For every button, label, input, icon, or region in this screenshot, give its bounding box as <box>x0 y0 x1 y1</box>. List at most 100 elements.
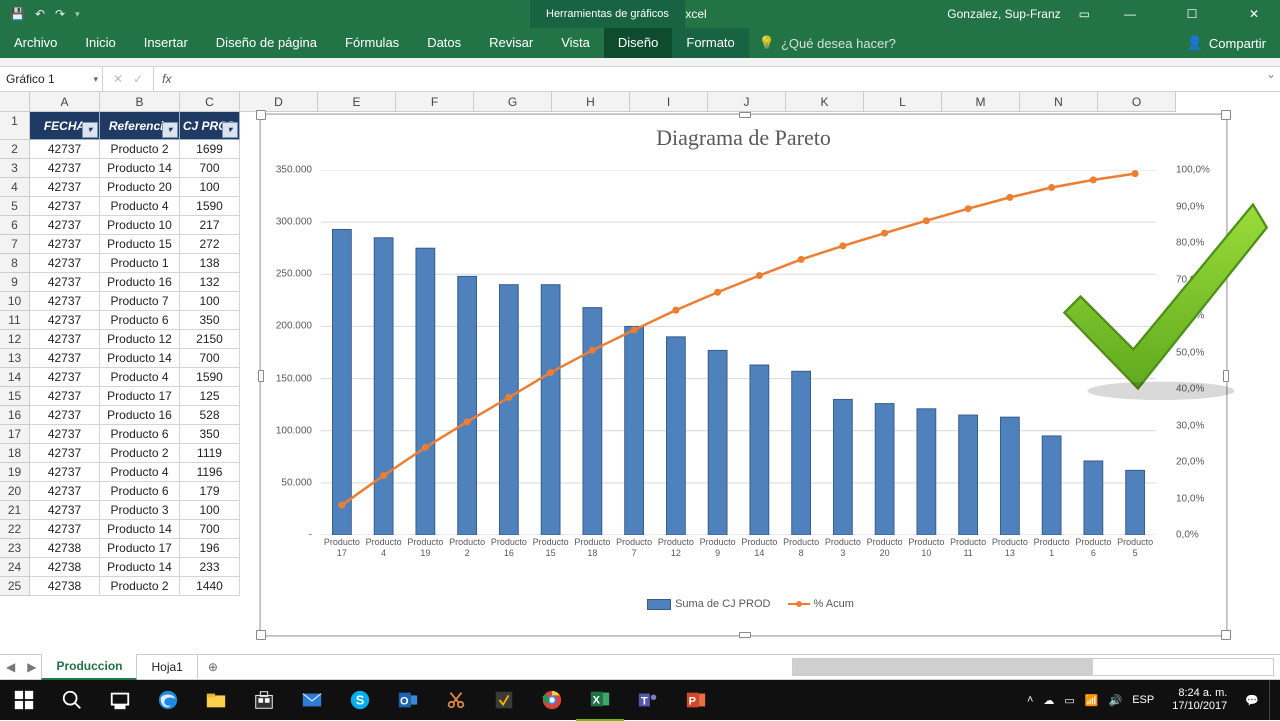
tab-diseno-pagina[interactable]: Diseño de página <box>202 28 331 58</box>
chart-object[interactable]: Diagrama de Pareto -50.000100.000150.000… <box>260 114 1227 636</box>
row-header[interactable]: 7 <box>0 235 30 254</box>
show-desktop-button[interactable] <box>1269 680 1276 720</box>
tell-me[interactable]: 💡¿Qué desea hacer? <box>749 28 906 58</box>
column-header[interactable]: M <box>942 92 1020 112</box>
column-header[interactable]: B <box>100 92 180 112</box>
row-header[interactable]: 10 <box>0 292 30 311</box>
table-cell[interactable]: 42737 <box>30 330 100 349</box>
add-sheet-button[interactable]: ⊕ <box>198 660 228 674</box>
teams-icon[interactable]: T <box>624 680 672 720</box>
store-icon[interactable] <box>240 680 288 720</box>
tray-cloud-icon[interactable]: ☁ <box>1043 694 1054 707</box>
table-cell[interactable]: 42737 <box>30 178 100 197</box>
table-cell[interactable]: 132 <box>180 273 240 292</box>
table-cell[interactable]: 700 <box>180 159 240 178</box>
table-cell[interactable]: 42737 <box>30 463 100 482</box>
table-cell[interactable]: 196 <box>180 539 240 558</box>
row-header[interactable]: 13 <box>0 349 30 368</box>
table-cell[interactable]: 700 <box>180 349 240 368</box>
table-cell[interactable]: 42737 <box>30 292 100 311</box>
row-header[interactable]: 2 <box>0 140 30 159</box>
table-cell[interactable]: 100 <box>180 501 240 520</box>
row-header[interactable]: 19 <box>0 463 30 482</box>
table-cell[interactable]: 100 <box>180 178 240 197</box>
table-cell[interactable]: 42737 <box>30 368 100 387</box>
app-icon[interactable] <box>480 680 528 720</box>
table-cell[interactable]: 42737 <box>30 159 100 178</box>
table-cell[interactable]: Producto 2 <box>100 140 180 159</box>
table-cell[interactable]: Producto 2 <box>100 444 180 463</box>
table-cell[interactable]: Producto 7 <box>100 292 180 311</box>
minimize-button[interactable]: — <box>1108 0 1152 28</box>
name-box[interactable]: Gráfico 1 <box>0 67 103 91</box>
table-cell[interactable]: Producto 20 <box>100 178 180 197</box>
table-cell[interactable]: Producto 14 <box>100 159 180 178</box>
resize-handle[interactable] <box>1221 630 1231 640</box>
table-cell[interactable]: 1590 <box>180 368 240 387</box>
tray-up-icon[interactable]: ˄ <box>1027 694 1033 706</box>
table-cell[interactable]: Producto 14 <box>100 558 180 577</box>
column-header[interactable]: L <box>864 92 942 112</box>
resize-handle[interactable] <box>1221 110 1231 120</box>
search-icon[interactable] <box>48 680 96 720</box>
column-header[interactable]: C <box>180 92 240 112</box>
edge-icon[interactable] <box>144 680 192 720</box>
table-cell[interactable]: 125 <box>180 387 240 406</box>
column-header[interactable]: H <box>552 92 630 112</box>
table-cell[interactable]: 700 <box>180 520 240 539</box>
row-header[interactable]: 9 <box>0 273 30 292</box>
column-header[interactable]: D <box>240 92 318 112</box>
notifications-icon[interactable]: 💬 <box>1245 694 1259 707</box>
tab-vista[interactable]: Vista <box>547 28 604 58</box>
save-icon[interactable]: 💾 <box>10 7 25 21</box>
tab-diseno[interactable]: Diseño <box>604 28 672 58</box>
start-button[interactable] <box>0 680 48 720</box>
table-cell[interactable]: 179 <box>180 482 240 501</box>
table-cell[interactable]: 42737 <box>30 482 100 501</box>
table-cell[interactable]: Producto 6 <box>100 425 180 444</box>
table-cell[interactable]: Producto 16 <box>100 406 180 425</box>
row-header[interactable]: 24 <box>0 558 30 577</box>
tab-revisar[interactable]: Revisar <box>475 28 547 58</box>
chrome-icon[interactable] <box>528 680 576 720</box>
table-cell[interactable]: 42737 <box>30 501 100 520</box>
table-header-cell[interactable]: Referencia▾ <box>100 112 180 140</box>
formula-input[interactable] <box>179 67 1262 91</box>
table-cell[interactable]: 1699 <box>180 140 240 159</box>
row-header[interactable]: 20 <box>0 482 30 501</box>
table-cell[interactable]: Producto 4 <box>100 463 180 482</box>
sheet-nav-prev-icon[interactable]: ◀ <box>0 660 21 674</box>
table-header-cell[interactable]: CJ PROD▾ <box>180 112 240 140</box>
row-header[interactable]: 23 <box>0 539 30 558</box>
table-cell[interactable]: Producto 6 <box>100 482 180 501</box>
table-cell[interactable]: 528 <box>180 406 240 425</box>
table-header-cell[interactable]: FECHA▾ <box>30 112 100 140</box>
table-cell[interactable]: 42737 <box>30 216 100 235</box>
table-cell[interactable]: 1590 <box>180 197 240 216</box>
file-explorer-icon[interactable] <box>192 680 240 720</box>
table-cell[interactable]: 42737 <box>30 311 100 330</box>
row-header[interactable]: 12 <box>0 330 30 349</box>
resize-handle[interactable] <box>256 110 266 120</box>
table-cell[interactable]: 217 <box>180 216 240 235</box>
tray-volume-icon[interactable]: 🔊 <box>1109 694 1123 707</box>
resize-handle[interactable] <box>256 630 266 640</box>
column-header[interactable]: G <box>474 92 552 112</box>
mail-icon[interactable] <box>288 680 336 720</box>
table-cell[interactable]: Producto 15 <box>100 235 180 254</box>
sheet-tab-hoja1[interactable]: Hoja1 <box>136 655 197 679</box>
cancel-formula-icon[interactable]: ✕ <box>113 72 123 86</box>
undo-icon[interactable]: ↶ <box>35 7 45 21</box>
row-header[interactable]: 16 <box>0 406 30 425</box>
tab-formato[interactable]: Formato <box>672 28 748 58</box>
row-header[interactable]: 4 <box>0 178 30 197</box>
table-cell[interactable]: 42737 <box>30 254 100 273</box>
excel-icon[interactable]: X <box>576 679 624 721</box>
table-cell[interactable]: 42737 <box>30 444 100 463</box>
row-header[interactable]: 11 <box>0 311 30 330</box>
table-cell[interactable]: 42738 <box>30 577 100 596</box>
table-cell[interactable]: 2150 <box>180 330 240 349</box>
table-cell[interactable]: 42737 <box>30 140 100 159</box>
tab-datos[interactable]: Datos <box>413 28 475 58</box>
fx-icon[interactable]: fx <box>154 67 179 91</box>
